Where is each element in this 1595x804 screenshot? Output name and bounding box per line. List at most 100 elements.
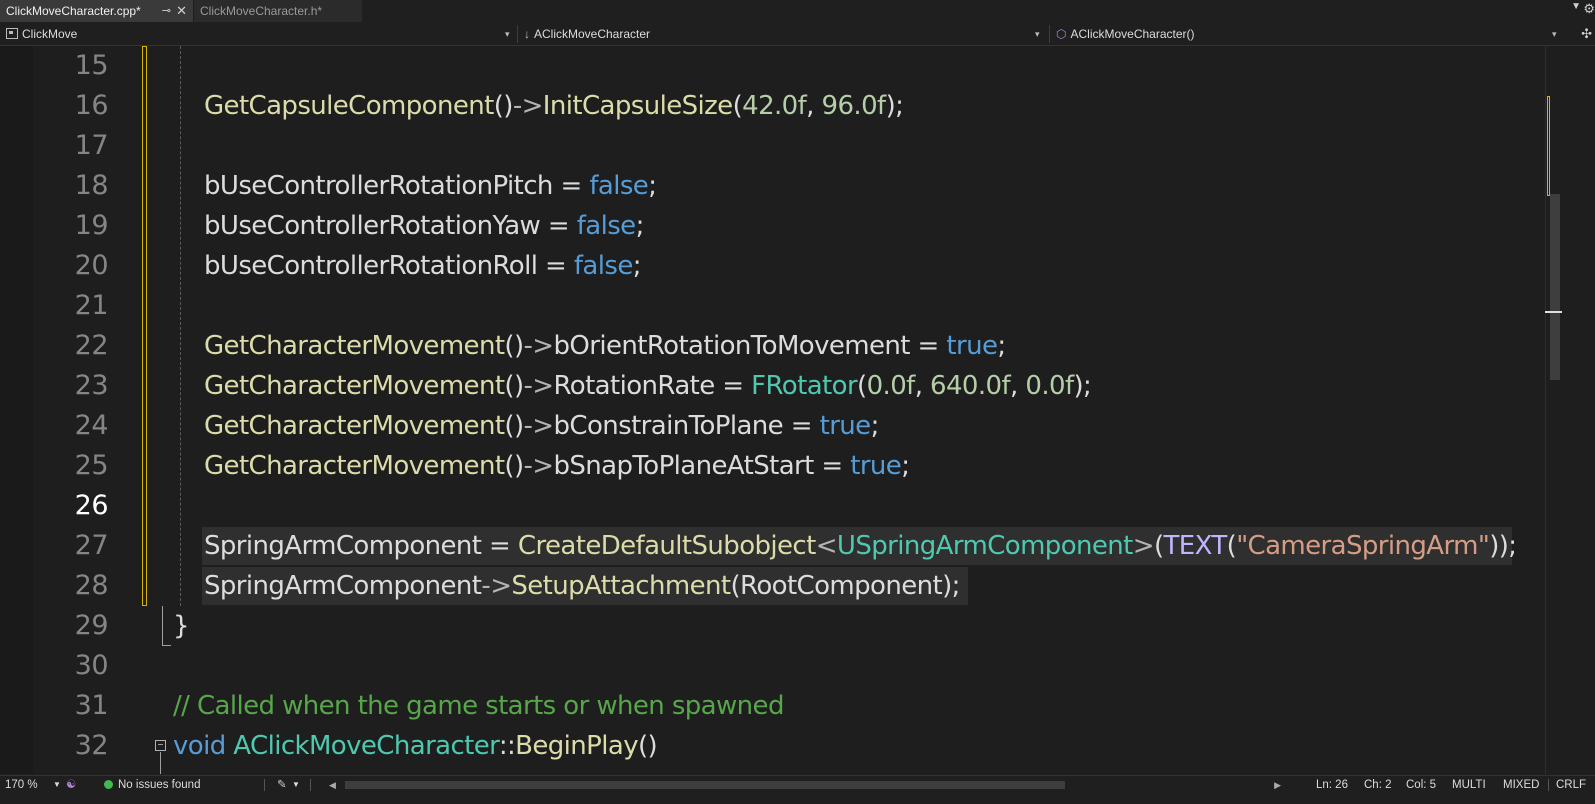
line-ending[interactable]: CRLF	[1556, 776, 1586, 794]
class-dropdown[interactable]: ↓ AClickMoveCharacter ▾	[520, 23, 1046, 45]
token-punct: ()	[504, 411, 524, 441]
line-number: 24	[74, 410, 109, 441]
whitespace-mode[interactable]: MIXED	[1503, 776, 1539, 794]
scrollbar-thumb[interactable]	[345, 781, 1065, 789]
token-punct: ;	[870, 411, 880, 441]
code-line: 22 GetCharacterMovement()->bOrientRotati…	[0, 326, 1560, 366]
code-line: 30	[0, 646, 1560, 686]
token-punct: ,	[914, 371, 931, 401]
code-text: bUseControllerRotationYaw = false;	[204, 206, 644, 246]
code-line: 17	[0, 126, 1560, 166]
chevron-down-icon[interactable]: ▼	[53, 776, 61, 794]
project-icon	[6, 28, 18, 39]
tab-clickmovecharacter-cpp[interactable]: ClickMoveCharacter.cpp* ⊸ ✕	[0, 0, 193, 22]
token-function: SetupAttachment	[511, 571, 731, 601]
tab-overflow-dropdown-icon[interactable]: ▼	[1571, 1, 1581, 12]
line-indicator[interactable]: Ln: 26	[1316, 776, 1348, 794]
line-number: 17	[74, 130, 109, 161]
line-number: 25	[74, 450, 109, 481]
token-punct: ::	[498, 731, 516, 761]
scroll-right-icon[interactable]: ▶	[1274, 776, 1281, 794]
chevron-down-icon: ▾	[505, 29, 510, 39]
code-line: 23 GetCharacterMovement()->RotationRate …	[0, 366, 1560, 406]
code-line: 28 SpringArmComponent->SetupAttachment(R…	[0, 566, 1560, 606]
token-number: 96.0f	[821, 91, 887, 121]
change-overview-marker	[1547, 96, 1550, 196]
token-punct: ()	[504, 451, 524, 481]
code-text: bUseControllerRotationPitch = false;	[204, 166, 657, 206]
token-punct: ,	[806, 91, 822, 121]
settings-gear-icon[interactable]: ⚙	[1583, 1, 1595, 17]
chevron-down-icon: ▾	[1552, 29, 1557, 39]
token-keyword: false	[589, 171, 649, 201]
token-keyword: void	[173, 731, 226, 761]
horizontal-scrollbar[interactable]: ◀ ▶	[325, 776, 1285, 794]
selection-mode[interactable]: MULTI	[1452, 776, 1486, 794]
project-dropdown[interactable]: ClickMove ▾	[0, 23, 515, 45]
scroll-left-icon[interactable]: ◀	[329, 776, 336, 794]
col-indicator[interactable]: Col: 5	[1406, 776, 1436, 794]
code-line: 21	[0, 286, 1560, 326]
token-function: GetCharacterMovement	[204, 451, 505, 481]
code-line: 31 // Called when the game starts or whe…	[0, 686, 1560, 726]
split-window-icon[interactable]: ✣	[1581, 23, 1592, 45]
token-punct: (	[732, 91, 743, 121]
chevron-down-icon: ▾	[1035, 29, 1040, 39]
navigation-bar: ClickMove ▾ ↓ AClickMoveCharacter ▾ ⬡ ACli…	[0, 23, 1595, 46]
token-string: "CameraSpringArm"	[1236, 531, 1490, 561]
collapse-icon[interactable]: −	[155, 740, 166, 751]
line-number: 31	[74, 690, 109, 721]
zoom-dropdown[interactable]: 170 %	[5, 776, 38, 794]
code-text: GetCharacterMovement()->bSnapToPlaneAtSt…	[204, 446, 910, 486]
code-line: 24 GetCharacterMovement()->bConstrainToP…	[0, 406, 1560, 446]
token-identifier: bOrientRotationToMovement =	[553, 331, 947, 361]
token-punct: (	[857, 371, 867, 401]
token-punct: ()	[493, 91, 514, 121]
token-function: InitCapsuleSize	[542, 91, 733, 121]
token-punct: }	[173, 611, 190, 641]
vertical-scrollbar[interactable]	[1545, 46, 1564, 774]
token-operator: ->	[481, 571, 512, 601]
scrollbar-thumb[interactable]	[1550, 194, 1560, 380]
divider	[264, 779, 265, 791]
fold-region-line	[160, 752, 161, 774]
code-editor[interactable]: 15 16 GetCapsuleComponent()->InitCapsule…	[0, 46, 1595, 774]
token-keyword: true	[850, 451, 902, 481]
token-type: FRotator	[751, 371, 858, 401]
line-number: 15	[74, 50, 109, 81]
token-comment: // Called when the game starts or when s…	[173, 691, 784, 721]
token-identifier: RotationRate =	[553, 371, 752, 401]
member-dropdown[interactable]: ⬡ AClickMoveCharacter() ▾	[1052, 23, 1562, 45]
editor-status-bar: 170 % ▼ ☯ No issues found ✎ ▼ ◀ ▶ Ln: 26…	[0, 775, 1595, 804]
code-line-current: 26	[0, 486, 1560, 526]
code-text: SpringArmComponent->SetupAttachment(Root…	[204, 566, 960, 606]
tab-label: ClickMoveCharacter.h*	[200, 4, 323, 18]
brush-icon[interactable]: ✎	[277, 776, 287, 794]
token-operator: ->	[523, 411, 555, 441]
char-indicator[interactable]: Ch: 2	[1364, 776, 1392, 794]
divider	[517, 25, 518, 43]
token-identifier: bUseControllerRotationRoll =	[204, 251, 574, 281]
token-identifier: (RootComponent);	[730, 571, 960, 601]
pin-icon[interactable]: ⊸	[162, 0, 171, 22]
line-number: 28	[74, 570, 109, 601]
close-icon[interactable]: ✕	[176, 0, 187, 22]
token-type: USpringArmComponent	[836, 531, 1133, 561]
right-gutter	[1562, 46, 1595, 774]
token-punct: ()	[638, 731, 658, 761]
member-label: AClickMoveCharacter()	[1070, 27, 1195, 41]
check-circle-icon	[104, 780, 113, 789]
token-operator: ->	[523, 331, 555, 361]
chevron-down-icon[interactable]: ▼	[292, 776, 300, 794]
copilot-icon[interactable]: ☯	[66, 776, 76, 794]
tab-clickmovecharacter-h[interactable]: ClickMoveCharacter.h*	[194, 0, 362, 22]
divider	[1548, 779, 1549, 791]
token-identifier: bSnapToPlaneAtStart =	[553, 451, 851, 481]
token-punct: ));	[1489, 531, 1517, 561]
token-punct: ,	[1010, 371, 1026, 401]
code-text: bUseControllerRotationRoll = false;	[204, 246, 642, 286]
line-number: 16	[74, 90, 109, 121]
issues-label: No issues found	[118, 779, 201, 791]
issues-indicator[interactable]: No issues found	[104, 776, 200, 794]
line-number: 32	[74, 730, 109, 761]
